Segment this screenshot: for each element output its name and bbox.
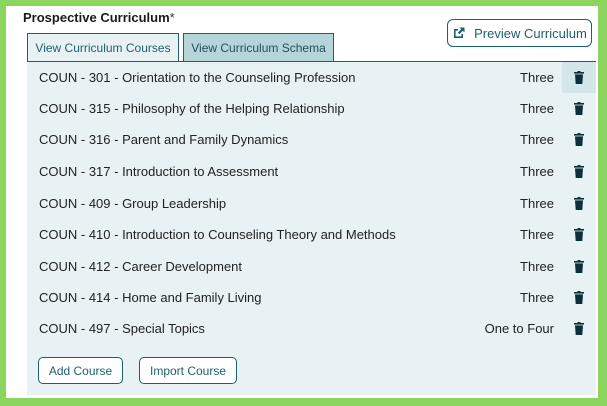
delete-course-button[interactable] — [562, 188, 596, 219]
course-row: COUN - 316 - Parent and Family Dynamics … — [27, 124, 596, 155]
tab-label: View Curriculum Schema — [191, 41, 326, 55]
delete-course-button[interactable] — [562, 219, 596, 250]
course-row: COUN - 410 - Introduction to Counseling … — [27, 219, 596, 250]
course-name: COUN - 301 - Orientation to the Counseli… — [39, 70, 356, 85]
tab-view-curriculum-schema[interactable]: View Curriculum Schema — [183, 33, 334, 62]
course-name: COUN - 317 - Introduction to Assessment — [39, 164, 279, 179]
import-course-button[interactable]: Import Course — [139, 357, 237, 384]
trash-icon — [574, 291, 584, 304]
add-course-button[interactable]: Add Course — [38, 357, 123, 384]
preview-curriculum-label: Preview Curriculum — [474, 25, 587, 41]
course-name: COUN - 409 - Group Leadership — [39, 196, 227, 211]
delete-course-button[interactable] — [562, 93, 596, 124]
course-name: COUN - 412 - Career Development — [39, 259, 243, 274]
trash-icon — [574, 228, 584, 241]
trash-icon — [574, 322, 584, 335]
course-row: COUN - 317 - Introduction to Assessment … — [27, 156, 596, 187]
delete-course-button[interactable] — [562, 251, 596, 282]
course-name: COUN - 414 - Home and Family Living — [39, 290, 262, 305]
course-name: COUN - 410 - Introduction to Counseling … — [39, 227, 396, 242]
trash-icon — [574, 260, 584, 273]
trash-icon — [574, 133, 584, 146]
delete-course-button[interactable] — [562, 62, 596, 93]
course-row: COUN - 412 - Career Development Three — [27, 251, 596, 282]
course-row: COUN - 414 - Home and Family Living Thre… — [27, 282, 596, 313]
required-marker: * — [169, 10, 175, 25]
course-credits: One to Four — [484, 321, 554, 336]
course-credits: Three — [520, 164, 554, 179]
trash-icon — [574, 102, 584, 115]
preview-curriculum-button[interactable]: Preview Curriculum — [447, 19, 592, 47]
delete-course-button[interactable] — [562, 313, 596, 344]
course-name: COUN - 497 - Special Topics — [39, 321, 205, 336]
course-row: COUN - 497 - Special Topics One to Four — [27, 313, 596, 344]
courses-panel: COUN - 301 - Orientation to the Counseli… — [27, 61, 596, 395]
tab-view-curriculum-courses[interactable]: View Curriculum Courses — [27, 33, 179, 62]
trash-icon — [574, 197, 584, 210]
course-credits: Three — [520, 259, 554, 274]
trash-icon — [574, 165, 584, 178]
course-name: COUN - 316 - Parent and Family Dynamics — [39, 132, 289, 147]
course-credits: Three — [520, 132, 554, 147]
course-row: COUN - 301 - Orientation to the Counseli… — [27, 62, 596, 93]
section-title-text: Prospective Curriculum — [23, 10, 170, 25]
add-course-label: Add Course — [48, 363, 113, 378]
course-credits: Three — [520, 196, 554, 211]
import-course-label: Import Course — [149, 363, 227, 378]
section-title: Prospective Curriculum* — [23, 10, 175, 25]
course-row: COUN - 409 - Group Leadership Three — [27, 188, 596, 219]
delete-course-button[interactable] — [562, 124, 596, 155]
course-row: COUN - 315 - Philosophy of the Helping R… — [27, 93, 596, 124]
course-credits: Three — [520, 101, 554, 116]
external-link-icon — [454, 27, 465, 38]
trash-icon — [574, 71, 584, 84]
course-credits: Three — [520, 290, 554, 305]
course-credits: Three — [520, 70, 554, 85]
delete-course-button[interactable] — [562, 156, 596, 187]
course-name: COUN - 315 - Philosophy of the Helping R… — [39, 101, 345, 116]
tab-label: View Curriculum Courses — [35, 41, 171, 55]
course-credits: Three — [520, 227, 554, 242]
delete-course-button[interactable] — [562, 282, 596, 313]
